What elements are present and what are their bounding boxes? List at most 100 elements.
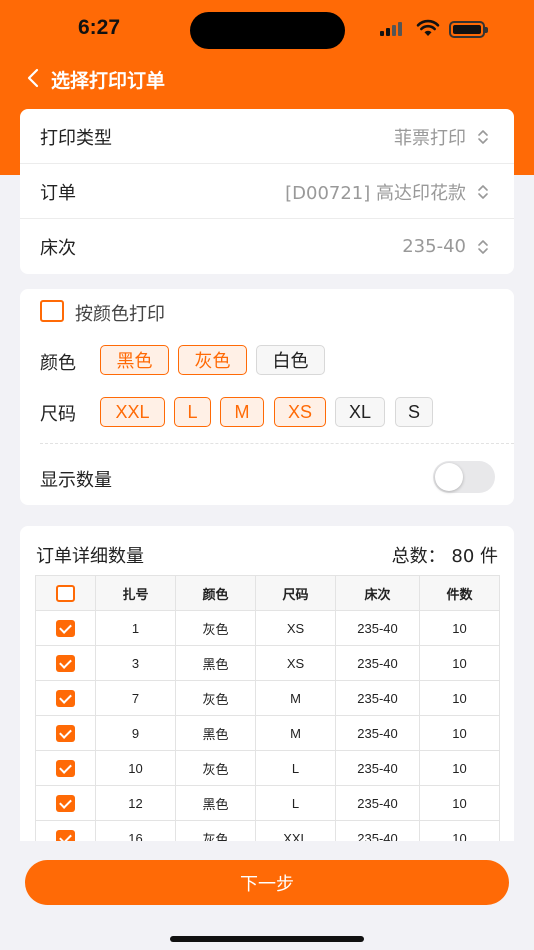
order-label: 订单 (40, 182, 76, 204)
navigation-bar: 选择打印订单 (0, 58, 534, 98)
print-options-card: 按颜色打印 颜色 黑色 灰色 白色 尺码 XXL L M XS XL S 显示数… (20, 289, 514, 505)
order-selector-card: 打印类型 菲票打印 订单 [D00721] 高达印花款 床次 235-40 (20, 109, 514, 274)
color-cell: 黑色 (175, 715, 256, 751)
color-chip-black[interactable]: 黑色 (100, 345, 169, 375)
batch-label: 床次 (40, 237, 76, 259)
bundle-no-cell: 1 (95, 610, 176, 646)
row-select-cell[interactable] (35, 715, 96, 751)
batch-value: 235-40 (402, 236, 466, 257)
bundle-no-cell: 9 (95, 715, 176, 751)
detail-total: 总数： 80 件 (391, 546, 498, 567)
column-header: 扎号 (95, 575, 176, 611)
size-chip-xl[interactable]: XL (335, 397, 385, 427)
size-cell: M (255, 680, 336, 716)
row-select-cell[interactable] (35, 645, 96, 681)
order-selector[interactable]: 订单 [D00721] 高达印花款 (20, 164, 514, 219)
size-cell: L (255, 750, 336, 786)
batch-cell: 235-40 (335, 785, 420, 821)
chevron-up-down-icon (478, 184, 488, 199)
row-select-cell[interactable] (35, 785, 96, 821)
table-row[interactable]: 1 灰色 XS 235-40 10 (35, 610, 500, 646)
row-select-cell[interactable] (35, 680, 96, 716)
size-chip-m[interactable]: M (220, 397, 264, 427)
qty-cell: 10 (419, 750, 500, 786)
back-button[interactable] (20, 64, 46, 92)
color-chip-white[interactable]: 白色 (256, 345, 325, 375)
color-cell: 灰色 (175, 680, 256, 716)
qty-cell: 10 (419, 785, 500, 821)
chevron-up-down-icon (478, 129, 488, 144)
print-type-value: 菲票打印 (394, 127, 466, 149)
size-cell: M (255, 715, 336, 751)
column-header: 颜色 (175, 575, 256, 611)
status-time: 6:27 (78, 16, 121, 39)
wifi-icon (416, 19, 440, 36)
size-chip-l[interactable]: L (174, 397, 211, 427)
print-by-color-checkbox[interactable] (40, 300, 64, 322)
qty-cell: 10 (419, 715, 500, 751)
column-header: 件数 (419, 575, 500, 611)
next-step-button[interactable]: 下一步 (25, 860, 509, 905)
cellular-signal-icon (380, 22, 406, 36)
table-row[interactable]: 7 灰色 M 235-40 10 (35, 680, 500, 716)
table-row[interactable]: 12 黑色 L 235-40 10 (35, 785, 500, 821)
size-cell: XS (255, 610, 336, 646)
print-type-selector[interactable]: 打印类型 菲票打印 (20, 109, 514, 164)
batch-cell: 235-40 (335, 750, 420, 786)
size-cell: XS (255, 645, 336, 681)
column-header: 床次 (335, 575, 420, 611)
row-checkbox[interactable] (56, 724, 75, 742)
detail-table: 扎号 颜色 尺码 床次 件数 1 灰色 XS 235-40 10 3 黑色 XS (35, 575, 500, 856)
row-select-cell[interactable] (35, 750, 96, 786)
dashed-divider (40, 443, 514, 444)
page-title: 选择打印订单 (51, 70, 166, 92)
qty-cell: 10 (419, 680, 500, 716)
table-row[interactable]: 10 灰色 L 235-40 10 (35, 750, 500, 786)
bundle-no-cell: 12 (95, 785, 176, 821)
row-checkbox[interactable] (56, 619, 75, 637)
size-label: 尺码 (40, 404, 76, 425)
home-indicator (170, 936, 364, 942)
select-all-checkbox[interactable] (56, 584, 75, 602)
batch-cell: 235-40 (335, 680, 420, 716)
color-cell: 黑色 (175, 785, 256, 821)
table-row[interactable]: 3 黑色 XS 235-40 10 (35, 645, 500, 681)
color-cell: 黑色 (175, 645, 256, 681)
qty-cell: 10 (419, 610, 500, 646)
size-chip-xs[interactable]: XS (274, 397, 326, 427)
print-by-color-label: 按颜色打印 (75, 304, 165, 325)
batch-cell: 235-40 (335, 715, 420, 751)
status-bar: 6:27 (0, 0, 534, 60)
row-checkbox[interactable] (56, 689, 75, 707)
show-quantity-label: 显示数量 (40, 470, 112, 491)
detail-title: 订单详细数量 (36, 546, 144, 567)
table-row[interactable]: 9 黑色 M 235-40 10 (35, 715, 500, 751)
size-cell: L (255, 785, 336, 821)
color-chip-gray[interactable]: 灰色 (178, 345, 247, 375)
order-value: [D00721] 高达印花款 (285, 182, 466, 204)
bundle-no-cell: 10 (95, 750, 176, 786)
row-checkbox[interactable] (56, 654, 75, 672)
chevron-left-icon (27, 68, 39, 88)
chevron-up-down-icon (478, 239, 488, 254)
batch-selector[interactable]: 床次 235-40 (20, 219, 514, 274)
row-checkbox[interactable] (56, 794, 75, 812)
size-chip-xxl[interactable]: XXL (100, 397, 165, 427)
battery-icon (449, 21, 488, 38)
row-checkbox[interactable] (56, 759, 75, 777)
bundle-no-cell: 7 (95, 680, 176, 716)
bottom-action-bar: 下一步 (0, 841, 534, 950)
select-all-cell[interactable] (35, 575, 96, 611)
show-quantity-toggle[interactable] (433, 461, 495, 493)
row-select-cell[interactable] (35, 610, 96, 646)
dynamic-island (190, 12, 345, 49)
toggle-knob (435, 463, 463, 491)
print-type-label: 打印类型 (40, 127, 112, 149)
order-detail-card: 订单详细数量 总数： 80 件 扎号 颜色 尺码 床次 件数 1 灰色 XS 2… (20, 526, 514, 856)
color-label: 颜色 (40, 353, 76, 374)
bundle-no-cell: 3 (95, 645, 176, 681)
table-header-row: 扎号 颜色 尺码 床次 件数 (35, 575, 500, 611)
batch-cell: 235-40 (335, 645, 420, 681)
size-chip-s[interactable]: S (395, 397, 433, 427)
color-cell: 灰色 (175, 750, 256, 786)
